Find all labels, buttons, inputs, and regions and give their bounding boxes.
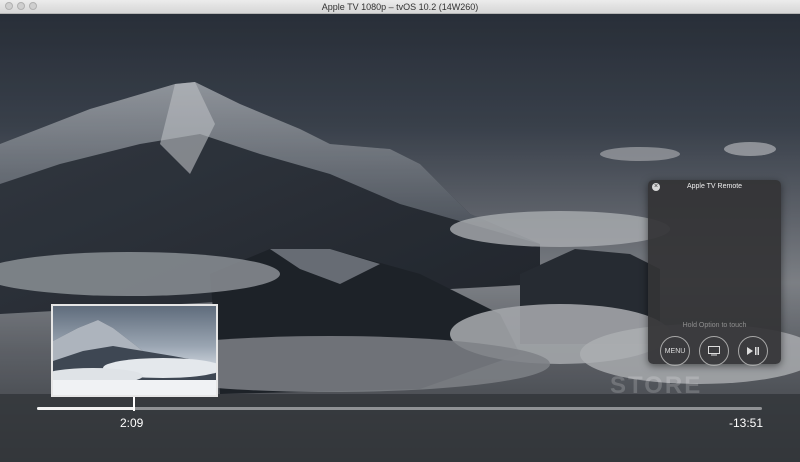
remote-title: Apple TV Remote bbox=[686, 183, 743, 190]
scrub-preview-thumbnail bbox=[51, 304, 218, 397]
remote-menu-label: MENU bbox=[664, 347, 686, 355]
tv-icon bbox=[708, 346, 720, 356]
watermark-text: STORE bbox=[610, 372, 703, 399]
apple-tv-remote-panel: × Apple TV Remote Hold Option to touch M… bbox=[648, 180, 781, 366]
play-pause-icon bbox=[747, 347, 759, 355]
thumbnail-scene bbox=[53, 320, 216, 395]
window-title: Apple TV 1080p – tvOS 10.2 (14W260) bbox=[321, 2, 479, 12]
scrub-bar-progress bbox=[37, 407, 135, 410]
scrub-bar[interactable] bbox=[37, 407, 762, 410]
remote-play-pause-button[interactable] bbox=[738, 336, 768, 366]
window-titlebar: Apple TV 1080p – tvOS 10.2 (14W260) bbox=[0, 0, 800, 14]
remote-hint: Hold Option to touch bbox=[682, 322, 747, 329]
remaining-time: -13:51 bbox=[728, 416, 763, 430]
scrub-playhead[interactable] bbox=[133, 397, 135, 411]
remote-menu-button[interactable]: MENU bbox=[660, 336, 690, 366]
remote-touch-surface[interactable] bbox=[648, 194, 781, 312]
elapsed-time: 2:09 bbox=[120, 416, 144, 430]
remote-tv-button[interactable] bbox=[699, 336, 729, 366]
